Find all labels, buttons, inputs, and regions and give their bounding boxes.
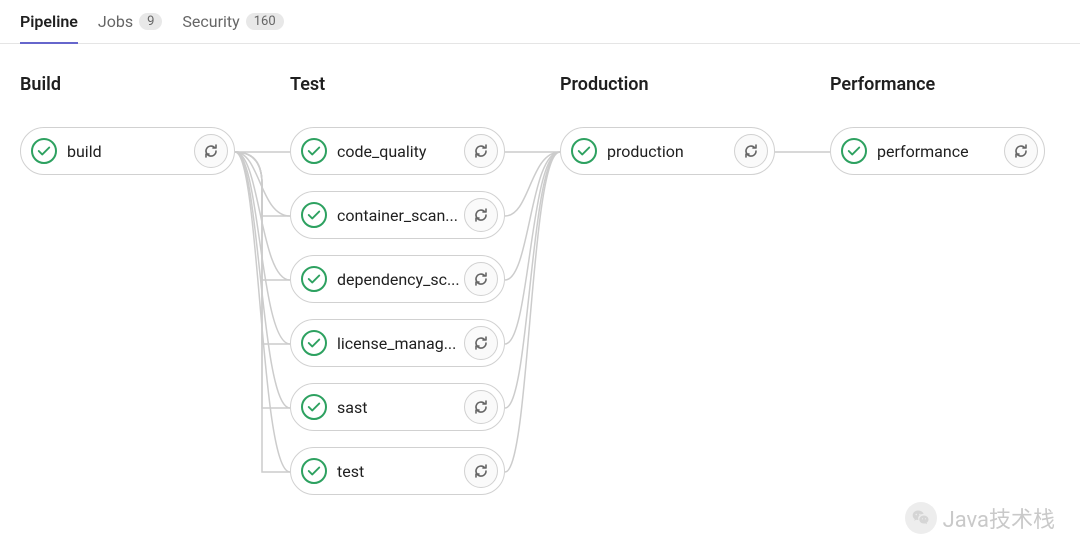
job-container-scanning[interactable]: container_scan... (290, 191, 505, 239)
job-build-label: build (67, 142, 194, 161)
stage-build: Build build (20, 74, 235, 511)
wechat-icon (905, 502, 937, 534)
stage-performance-title: Performance (830, 74, 1045, 95)
watermark: Java技术栈 (905, 502, 1055, 534)
stage-performance: Performance performance (830, 74, 1045, 511)
retry-button[interactable] (464, 454, 498, 488)
success-icon (301, 394, 327, 420)
retry-button[interactable] (194, 134, 228, 168)
watermark-text: Java技术栈 (943, 502, 1055, 534)
tab-jobs[interactable]: Jobs 9 (98, 12, 163, 43)
job-performance[interactable]: performance (830, 127, 1045, 175)
retry-button[interactable] (464, 390, 498, 424)
tab-jobs-badge: 9 (139, 13, 162, 30)
retry-button[interactable] (464, 326, 498, 360)
pipeline-area: Build build Test code_quality (0, 44, 1080, 541)
tab-pipeline[interactable]: Pipeline (20, 12, 78, 43)
tabs-container: Pipeline Jobs 9 Security 160 (0, 0, 1080, 44)
success-icon (301, 266, 327, 292)
job-test-label: test (337, 462, 464, 481)
success-icon (571, 138, 597, 164)
job-sast-label: sast (337, 398, 464, 417)
stage-test: Test code_quality container_scan... (290, 74, 505, 511)
job-code-quality[interactable]: code_quality (290, 127, 505, 175)
job-dependency-scanning[interactable]: dependency_sc... (290, 255, 505, 303)
job-production[interactable]: production (560, 127, 775, 175)
job-performance-label: performance (877, 142, 1004, 161)
retry-button[interactable] (464, 134, 498, 168)
job-code-quality-label: code_quality (337, 142, 464, 161)
job-license-management-label: license_manag... (337, 334, 464, 353)
job-license-management[interactable]: license_manag... (290, 319, 505, 367)
job-production-label: production (607, 142, 734, 161)
success-icon (301, 202, 327, 228)
job-build[interactable]: build (20, 127, 235, 175)
tab-security[interactable]: Security 160 (182, 12, 283, 43)
retry-button[interactable] (464, 198, 498, 232)
success-icon (301, 138, 327, 164)
stage-test-title: Test (290, 74, 505, 95)
success-icon (301, 458, 327, 484)
retry-button[interactable] (464, 262, 498, 296)
stage-production-title: Production (560, 74, 775, 95)
job-container-scanning-label: container_scan... (337, 206, 464, 225)
job-test[interactable]: test (290, 447, 505, 495)
job-sast[interactable]: sast (290, 383, 505, 431)
stage-production: Production production (560, 74, 775, 511)
job-dependency-scanning-label: dependency_sc... (337, 270, 464, 289)
success-icon (841, 138, 867, 164)
retry-button[interactable] (1004, 134, 1038, 168)
tab-jobs-label: Jobs (98, 12, 133, 31)
retry-button[interactable] (734, 134, 768, 168)
stage-build-title: Build (20, 74, 235, 95)
tab-security-badge: 160 (246, 13, 284, 30)
success-icon (31, 138, 57, 164)
tab-security-label: Security (182, 12, 239, 31)
tab-pipeline-label: Pipeline (20, 12, 78, 31)
success-icon (301, 330, 327, 356)
